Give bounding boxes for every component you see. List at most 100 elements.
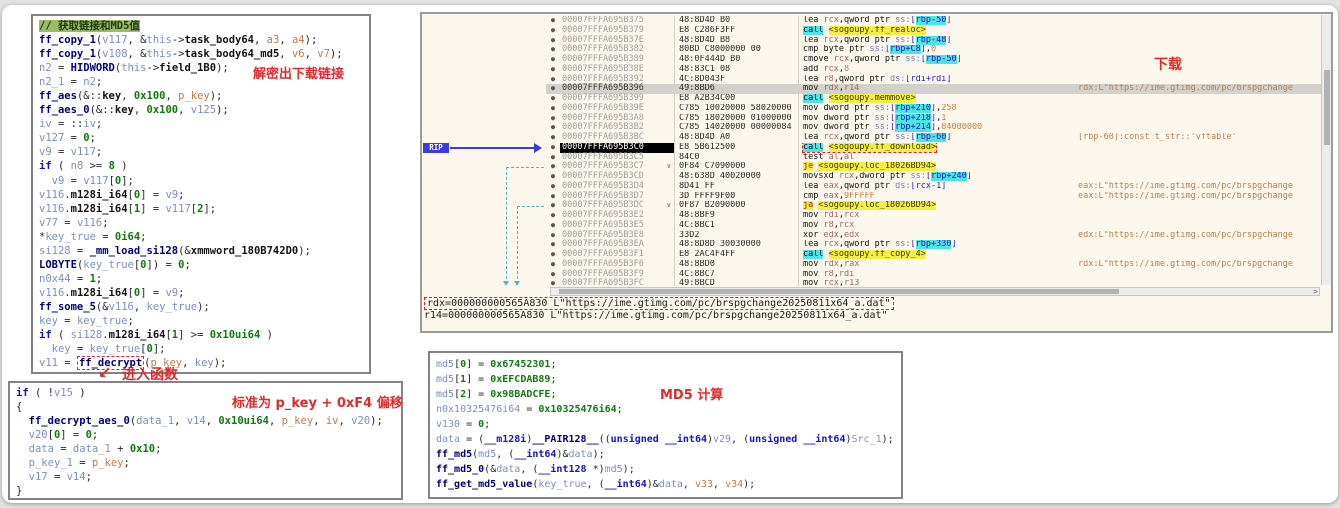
- code-line[interactable]: v116.m128i_i64[1] = v117[2];: [39, 202, 363, 216]
- breakpoint-dot[interactable]: ●: [546, 221, 560, 231]
- instruction-text[interactable]: lea eax,qword ptr ds:[rcx-1]: [798, 182, 1078, 192]
- breakpoint-dot[interactable]: ●: [546, 231, 560, 241]
- instruction-text[interactable]: xor edx,edx: [798, 231, 1078, 241]
- disassembly-view[interactable]: ●00007FFFA695B37548:8D4D B0lea rcx,qword…: [422, 16, 1331, 286]
- vertical-scrollbar[interactable]: [1321, 15, 1331, 285]
- instruction-text[interactable]: lea r8,qword ptr ds:[rdi+rdi]: [798, 75, 1078, 85]
- code-line[interactable]: *key_true = 0i64;: [39, 230, 363, 244]
- disasm-row[interactable]: ●00007FFFA695B3C0E8 5B612500call <sogoup…: [422, 143, 1331, 153]
- code-line[interactable]: ff_decrypt_aes_0(data_1, v14, 0x10ui64, …: [16, 414, 395, 428]
- breakpoint-dot[interactable]: ●: [546, 162, 560, 172]
- code-line[interactable]: ff_aes_0(&::key, 0x100, v125);: [39, 103, 363, 117]
- instruction-text[interactable]: movsxd rcx,dword ptr ss:[rbp+240]: [798, 172, 1078, 182]
- disasm-row[interactable]: ●00007FFFA695B37548:8D4D B0lea rcx,qword…: [422, 16, 1331, 26]
- instruction-text[interactable]: mov rdx,r14: [798, 84, 1078, 94]
- instruction-text[interactable]: lea rcx,qword ptr ss:[rbp-48]: [798, 36, 1078, 46]
- instruction-text[interactable]: lea rcx,qword ptr ss:[rbp+330]: [798, 240, 1078, 250]
- disasm-row[interactable]: ●00007FFFA695B3FC49:8BCDmov rcx,r13: [422, 279, 1331, 286]
- disasm-row[interactable]: ●00007FFFA695B3F648:8BD0mov rdx,raxrdx:L…: [422, 260, 1331, 270]
- breakpoint-dot[interactable]: ●: [546, 279, 560, 286]
- breakpoint-dot[interactable]: ●: [546, 94, 560, 104]
- breakpoint-dot[interactable]: ●: [546, 260, 560, 270]
- code-line[interactable]: key = key_true;: [39, 314, 363, 328]
- breakpoint-dot[interactable]: ●: [546, 153, 560, 163]
- pseudocode-panel-md5[interactable]: md5[0] = 0x67452301;md5[1] = 0xEFCDAB89;…: [428, 351, 903, 499]
- code-line[interactable]: ff_aes(&::key, 0x100, p_key);: [39, 89, 363, 103]
- instruction-text[interactable]: call <sogoupy.ff_realoc>: [798, 26, 1078, 36]
- horizontal-scrollbar[interactable]: >: [550, 287, 1320, 296]
- code-line[interactable]: n0x44 = 1;: [39, 272, 363, 286]
- instruction-text[interactable]: call <sogoupy.ff_copy_4>: [798, 250, 1078, 260]
- disasm-row[interactable]: ●00007FFFA695B3F1E8 2AC4F4FFcall <sogoup…: [422, 250, 1331, 260]
- instruction-text[interactable]: cmove rcx,qword ptr ss:[rbp-50]: [798, 55, 1078, 65]
- disasm-row[interactable]: ●00007FFFA695B39EC785 10020000 58020000m…: [422, 104, 1331, 114]
- instruction-text[interactable]: add rcx,8: [798, 65, 1078, 75]
- code-line[interactable]: data = (__m128i)__PAIR128__((unsigned __…: [436, 432, 897, 447]
- instruction-text[interactable]: mov dword ptr ss:[rbp+218],1: [798, 114, 1078, 124]
- code-line[interactable]: n0x10325476i64 = 0x10325476i64;: [436, 402, 897, 417]
- instruction-address[interactable]: 00007FFFA695B3FC: [560, 279, 674, 286]
- instruction-text[interactable]: mov dword ptr ss:[rbp+210],258: [798, 104, 1078, 114]
- disasm-row[interactable]: ●00007FFFA695B379E8 C286F3FFcall <sogoup…: [422, 26, 1331, 36]
- breakpoint-dot[interactable]: ●: [546, 143, 560, 153]
- breakpoint-dot[interactable]: ●: [546, 104, 560, 114]
- instruction-text[interactable]: ja <sogoupy.loc_18026BD94>: [798, 201, 1078, 211]
- code-line[interactable]: ff_some_5(&v116, key_true);: [39, 300, 363, 314]
- disasm-row[interactable]: ●00007FFFA695B38280BD C8000000 00cmp byt…: [422, 45, 1331, 55]
- disasm-row[interactable]: ●00007FFFA695B39649:8BD6mov rdx,r14rdx:L…: [422, 84, 1331, 94]
- breakpoint-dot[interactable]: ●: [546, 201, 560, 211]
- instruction-text[interactable]: lea rcx,qword ptr ss:[rbp-50]: [798, 16, 1078, 26]
- code-line[interactable]: ff_copy_1(v117, &this->task_body64, a3, …: [39, 33, 363, 47]
- code-line[interactable]: key = key_true[0];: [39, 342, 363, 356]
- instruction-text[interactable]: call <sogoupy.ff_download>: [798, 143, 1078, 153]
- disasm-row[interactable]: ●00007FFFA695B37E48:8D4D B8lea rcx,qword…: [422, 36, 1331, 46]
- code-line[interactable]: LOBYTE(key_true[0]) = 0;: [39, 258, 363, 272]
- breakpoint-dot[interactable]: ●: [546, 36, 560, 46]
- instruction-text[interactable]: test al,al: [798, 153, 1078, 163]
- disasm-row[interactable]: ●00007FFFA695B3CD48:638D 40020000movsxd …: [422, 172, 1331, 182]
- code-line[interactable]: }: [16, 484, 395, 498]
- breakpoint-dot[interactable]: ●: [546, 182, 560, 192]
- code-line[interactable]: // 获取链接和MD5值: [39, 19, 363, 33]
- disasm-row[interactable]: ●00007FFFA695B38948:0F444D B0cmove rcx,q…: [422, 55, 1331, 65]
- code-line[interactable]: p_key_1 = p_key;: [16, 456, 395, 470]
- disasm-row[interactable]: ●00007FFFA695B38E48:83C1 08add rcx,8: [422, 65, 1331, 75]
- disasm-row[interactable]: ●00007FFFA695B3E833D2xor edx,edxedx:L"ht…: [422, 231, 1331, 241]
- instruction-text[interactable]: call <sogoupy.memmove>: [798, 94, 1078, 104]
- disasm-row[interactable]: ●00007FFFA695B3C584C0test al,al: [422, 153, 1331, 163]
- breakpoint-dot[interactable]: ●: [546, 16, 560, 26]
- disasm-row[interactable]: ●00007FFFA695B3BC48:8D4D A0lea rcx,qword…: [422, 133, 1331, 143]
- scrollbar-thumb[interactable]: [559, 289, 1119, 294]
- instruction-text[interactable]: cmp byte ptr ss:[rbp+C8],0: [798, 45, 1078, 55]
- code-line[interactable]: md5[0] = 0x67452301;: [436, 357, 897, 372]
- scrollbar-thumb[interactable]: [1324, 70, 1330, 145]
- instruction-text[interactable]: mov r8,rcx: [798, 221, 1078, 231]
- breakpoint-dot[interactable]: ●: [546, 211, 560, 221]
- code-line[interactable]: si128 = _mm_load_si128(&xmmword_180B742D…: [39, 244, 363, 258]
- disasm-row[interactable]: ●00007FFFA695B3EA48:8D8D 30030000lea rcx…: [422, 240, 1331, 250]
- code-line[interactable]: if ( n8 >= 8 ): [39, 159, 363, 173]
- code-line[interactable]: v9 = v117[0];: [39, 174, 363, 188]
- breakpoint-dot[interactable]: ●: [546, 250, 560, 260]
- breakpoint-dot[interactable]: ●: [546, 26, 560, 36]
- scroll-right-arrow-icon[interactable]: >: [1313, 287, 1318, 296]
- code-line[interactable]: v130 = 0;: [436, 417, 897, 432]
- breakpoint-dot[interactable]: ●: [546, 240, 560, 250]
- breakpoint-dot[interactable]: ●: [546, 172, 560, 182]
- instruction-text[interactable]: cmp eax,9FFFFF: [798, 192, 1078, 202]
- breakpoint-dot[interactable]: ●: [546, 55, 560, 65]
- disasm-row[interactable]: ●00007FFFA695B3D48D41 FFlea eax,qword pt…: [422, 182, 1331, 192]
- breakpoint-dot[interactable]: ●: [546, 114, 560, 124]
- breakpoint-dot[interactable]: ●: [546, 45, 560, 55]
- instruction-text[interactable]: mov rcx,r13: [798, 279, 1078, 286]
- disasm-row[interactable]: ●00007FFFA695B3F94C:8BC7mov r8,rdi: [422, 270, 1331, 280]
- disasm-row[interactable]: ●00007FFFA695B3E248:8BF9mov rdi,rcx: [422, 211, 1331, 221]
- code-line[interactable]: v11 = ff_decrypt(p_key, key);: [39, 356, 363, 370]
- code-line[interactable]: v20[0] = 0;: [16, 428, 395, 442]
- disasm-row[interactable]: ●00007FFFA695B3A8C785 18020000 01000000m…: [422, 114, 1331, 124]
- code-line[interactable]: v77 = v116;: [39, 216, 363, 230]
- code-line[interactable]: v9 = v117;: [39, 145, 363, 159]
- disasm-row[interactable]: ●00007FFFA695B399E8 A2B34C00call <sogoup…: [422, 94, 1331, 104]
- disasm-row[interactable]: ●00007FFFA695B3924C:8D043Flea r8,qword p…: [422, 75, 1331, 85]
- code-line[interactable]: ff_md5_0(&data, (__int128 *)md5);: [436, 462, 897, 477]
